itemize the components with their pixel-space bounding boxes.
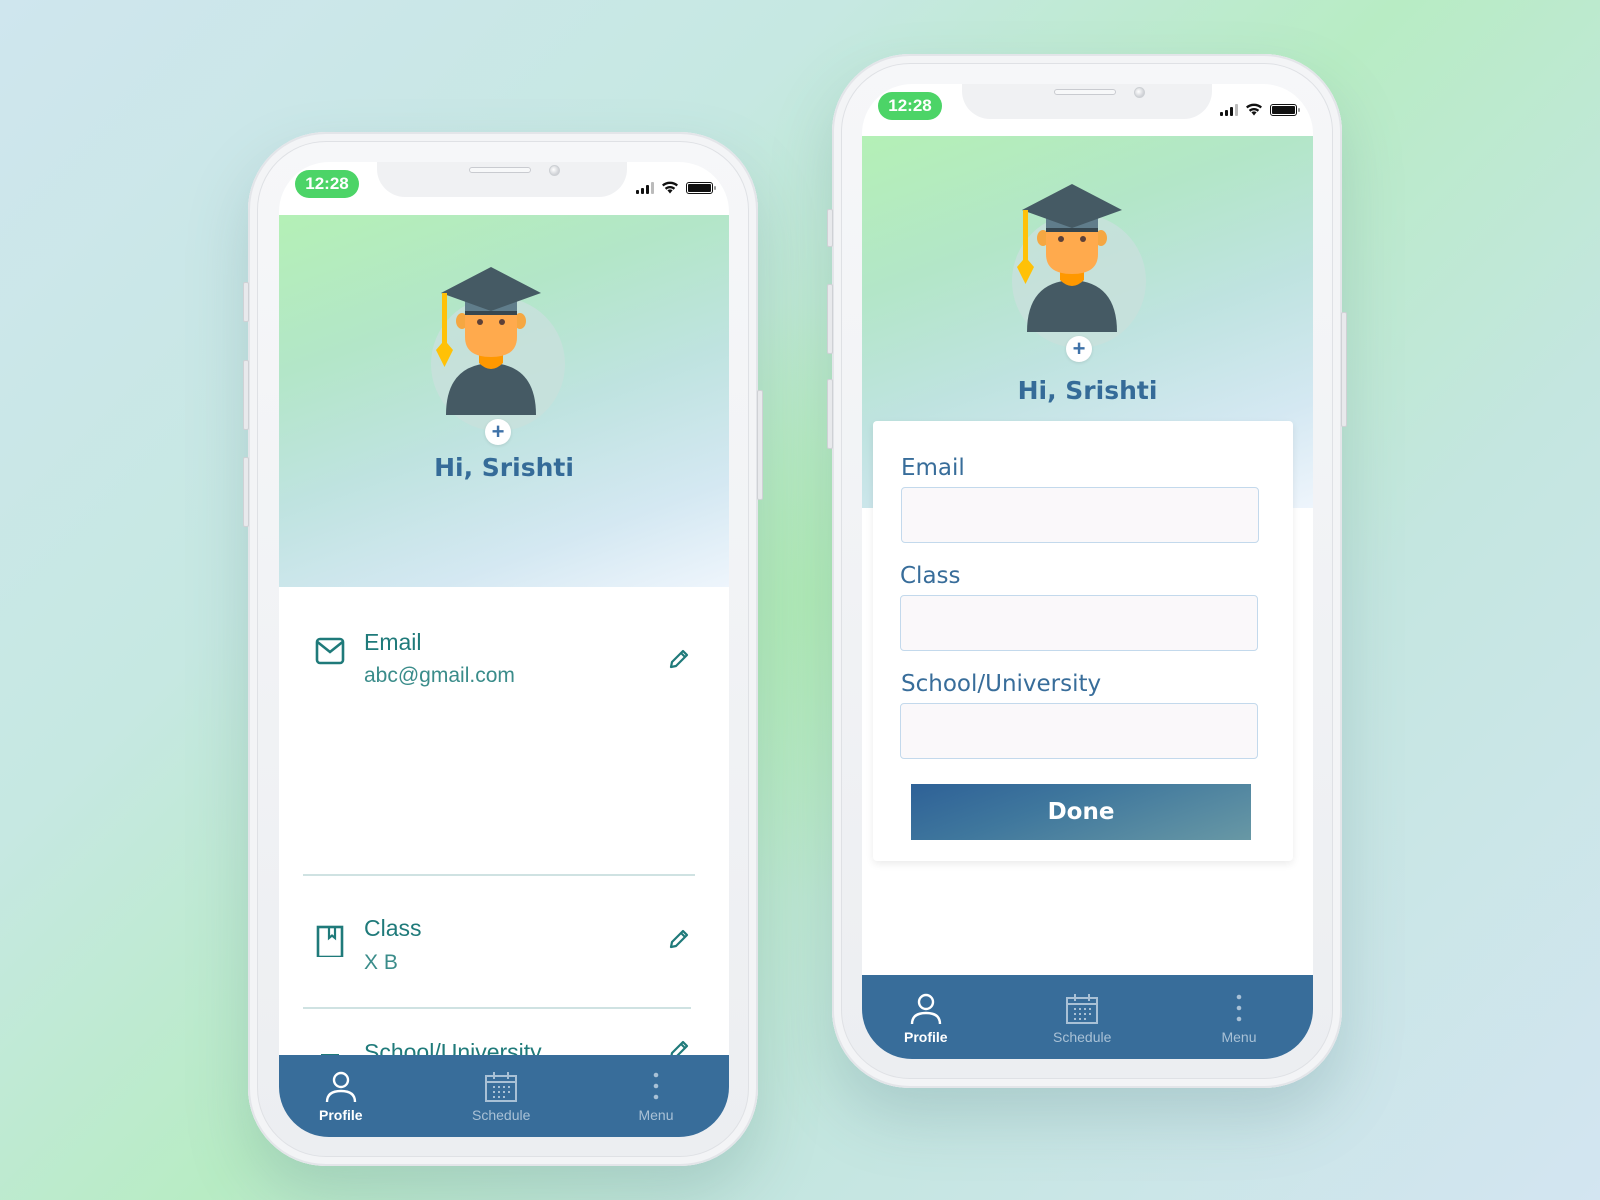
bookmark-book-icon [316, 925, 344, 957]
status-icons [636, 181, 716, 194]
user-icon [910, 993, 941, 1025]
nav-item-profile[interactable]: Profile [319, 1071, 363, 1123]
nav-label: Menu [1221, 1029, 1257, 1045]
wifi-icon [662, 181, 678, 194]
notch [962, 84, 1212, 119]
battery-icon [686, 181, 716, 194]
profile-header: + Hi, Srishti [279, 215, 729, 587]
edit-profile-form: Email Class School/University Done [873, 421, 1293, 861]
nav-item-profile[interactable]: Profile [904, 993, 948, 1045]
signal-icon [1220, 103, 1238, 116]
more-vertical-icon [1236, 994, 1242, 1022]
side-button-volume-up [827, 284, 833, 354]
front-camera [549, 165, 560, 176]
calendar-icon [1066, 994, 1099, 1024]
side-button-volume-down [827, 379, 833, 449]
bottom-nav: Profile Schedule Menu [862, 975, 1313, 1059]
signal-icon [636, 181, 654, 194]
bottom-nav: Profile Schedule Menu [279, 1055, 729, 1137]
avatar[interactable]: + [431, 267, 565, 445]
side-button-silent [243, 282, 249, 322]
nav-label: Profile [319, 1107, 363, 1123]
class-input[interactable] [900, 595, 1258, 651]
calendar-icon [485, 1072, 518, 1102]
pencil-icon[interactable] [667, 927, 691, 951]
more-vertical-icon [653, 1072, 659, 1100]
nav-label: Schedule [472, 1107, 531, 1123]
field-label: Class [364, 915, 422, 941]
notch [377, 162, 627, 197]
phone-edit-form-view: 12:28 + Hi, Srishti Email Class School/U… [827, 54, 1347, 1088]
nav-label: Schedule [1053, 1029, 1112, 1045]
screen: 12:28 [862, 84, 1313, 1059]
field-label: Email [364, 629, 422, 655]
side-button-volume-up [243, 360, 249, 430]
side-button-power [1341, 312, 1347, 427]
divider [303, 874, 695, 876]
email-input[interactable] [901, 487, 1259, 543]
phone-profile-view: 12:28 + Hi, Srishti Email abc@gmail.com … [243, 132, 763, 1166]
graduate-avatar-icon [1017, 184, 1122, 332]
nav-item-schedule[interactable]: Schedule [1053, 993, 1111, 1045]
add-photo-button[interactable]: + [1066, 336, 1092, 362]
field-value: abc@gmail.com [364, 664, 515, 687]
greeting-title: Hi, Srishti [1017, 376, 1158, 405]
user-icon [325, 1071, 356, 1103]
side-button-silent [827, 209, 833, 247]
nav-item-schedule[interactable]: Schedule [472, 1071, 530, 1123]
add-photo-button[interactable]: + [485, 419, 511, 445]
pencil-icon[interactable] [667, 647, 691, 671]
front-camera [1134, 87, 1145, 98]
speaker [469, 167, 531, 173]
email-label: Email [901, 455, 965, 481]
nav-label: Menu [638, 1107, 674, 1123]
nav-item-menu[interactable]: Menu [637, 1071, 675, 1123]
status-icons [1220, 103, 1300, 116]
envelope-icon [315, 637, 345, 665]
battery-icon [1270, 103, 1300, 116]
side-button-volume-down [243, 457, 249, 527]
avatar[interactable]: + [1012, 184, 1146, 362]
field-value: X B [364, 951, 398, 974]
wifi-icon [1246, 103, 1262, 116]
side-button-power [757, 390, 763, 500]
nav-item-menu[interactable]: Menu [1220, 993, 1258, 1045]
divider [303, 1007, 691, 1009]
greeting-title: Hi, Srishti [434, 453, 574, 482]
screen: 12:28 [279, 162, 729, 1137]
nav-label: Profile [904, 1029, 948, 1045]
status-time: 12:28 [878, 92, 942, 120]
school-input[interactable] [900, 703, 1258, 759]
class-label: Class [900, 563, 961, 589]
speaker [1054, 89, 1116, 95]
status-time: 12:28 [295, 170, 359, 198]
done-button[interactable]: Done [911, 784, 1251, 840]
graduate-avatar-icon [436, 267, 541, 415]
school-label: School/University [901, 671, 1102, 697]
